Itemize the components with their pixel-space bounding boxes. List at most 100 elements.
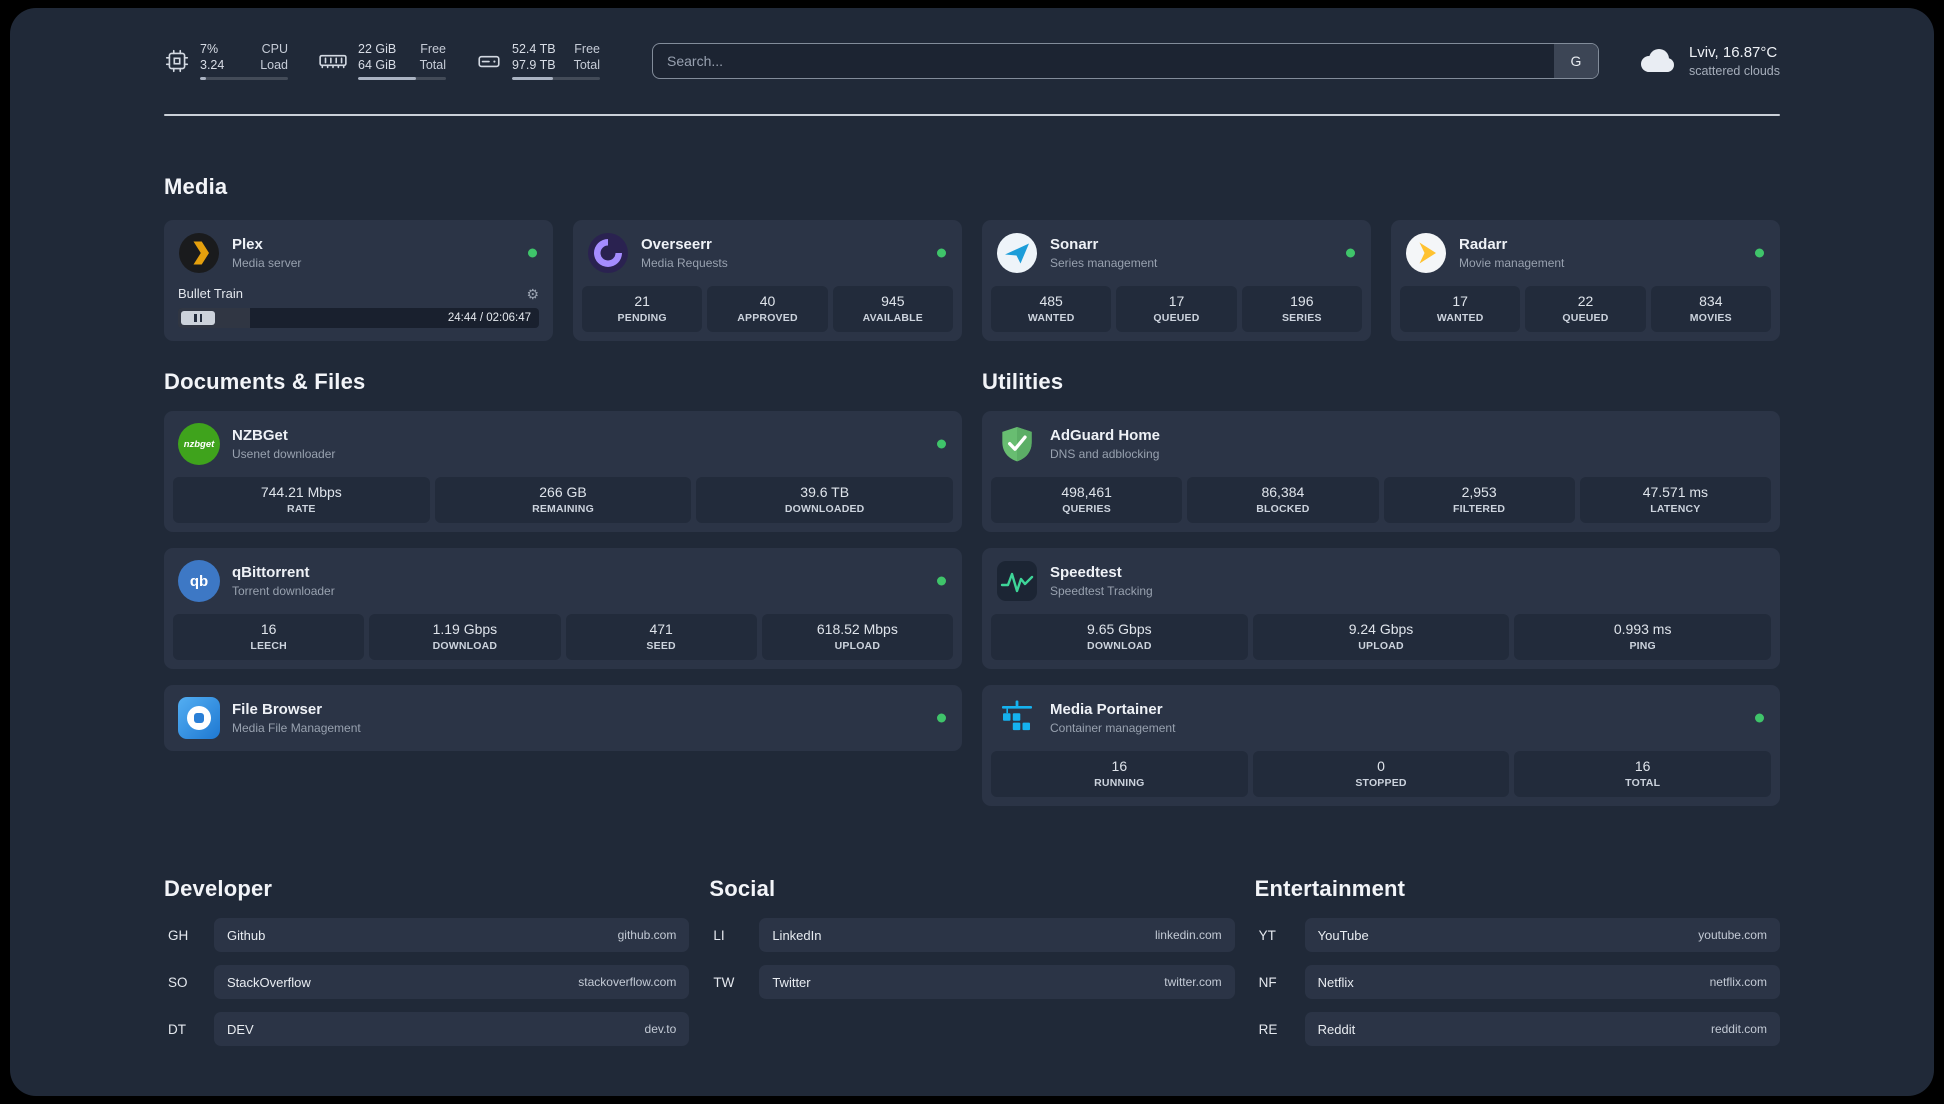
stat-wanted: 485 WANTED: [991, 286, 1112, 332]
disk-free-label: Free: [574, 41, 600, 56]
qbittorrent-icon: qb: [178, 560, 220, 602]
overseerr-card[interactable]: Overseerr Media Requests 21 PENDING 40 A…: [573, 220, 962, 341]
documents-section: Documents & Files nzbget NZBGet Usenet d…: [164, 369, 962, 822]
speedtest-icon: [996, 560, 1038, 602]
bookmark-row: RE Reddit reddit.com: [1255, 1012, 1780, 1046]
bookmark-github[interactable]: Github github.com: [214, 918, 690, 952]
search-input[interactable]: [653, 44, 1554, 78]
bookmark-netflix[interactable]: Netflix netflix.com: [1304, 965, 1780, 999]
top-bar: 7% CPU 3.24 Load 22 GiB Free 64 GiB Tota…: [164, 38, 1780, 84]
settings-gear-icon[interactable]: ⚙: [526, 287, 539, 301]
bookmark-abbr: GH: [168, 927, 189, 943]
utilities-section: Utilities AdGuard Home DNS and adblockin…: [982, 369, 1780, 822]
utilities-section-title: Utilities: [982, 369, 1064, 394]
bookmark-row: TW Twitter twitter.com: [709, 965, 1235, 999]
memory-free-label: Free: [420, 41, 446, 56]
qbittorrent-card[interactable]: qb qBittorrent Torrent downloader 16 LEE…: [164, 548, 962, 669]
disk-total-value: 97.9 TB: [512, 57, 556, 72]
bookmark-abbr: NF: [1258, 974, 1277, 990]
stat-blocked: 86,384 BLOCKED: [1187, 477, 1379, 523]
nzbget-icon: nzbget: [178, 423, 220, 465]
stat-total: 16 TOTAL: [1514, 751, 1772, 797]
service-name: Overseerr: [641, 236, 712, 253]
status-dot: [937, 713, 946, 723]
service-name: Radarr: [1459, 236, 1508, 253]
bookmark-twitter[interactable]: Twitter twitter.com: [759, 965, 1235, 999]
stat-stopped: 0 STOPPED: [1252, 751, 1510, 797]
status-dot: [937, 439, 946, 449]
dashboard: 7% CPU 3.24 Load 22 GiB Free 64 GiB Tota…: [10, 8, 1934, 1096]
adguard-icon: [996, 423, 1038, 465]
search-provider-button[interactable]: G: [1553, 44, 1598, 78]
stat-upload: 618.52 Mbps UPLOAD: [761, 614, 953, 660]
disk-total-label: Total: [573, 57, 600, 72]
weather-widget: Lviv, 16.87°C scattered clouds: [1635, 44, 1780, 78]
disk-widget: 52.4 TB Free 97.9 TB Total: [476, 41, 600, 81]
service-subtitle: DNS and adblocking: [1050, 447, 1160, 461]
search-bar: G: [652, 43, 1599, 79]
media-section: Media Plex Media server Bullet Train ⚙ 2…: [164, 174, 1780, 341]
cpu-load-value: 3.24: [200, 57, 225, 72]
stat-filtered: 2,953 FILTERED: [1383, 477, 1575, 523]
social-bookmarks: Social LI LinkedIn linkedin.com TW Twitt…: [709, 876, 1235, 1059]
stat-ping: 0.993 ms PING: [1514, 614, 1772, 660]
service-subtitle: Torrent downloader: [232, 584, 335, 598]
memory-free-value: 22 GiB: [358, 41, 397, 56]
memory-total-value: 64 GiB: [358, 57, 397, 72]
service-name: File Browser: [232, 701, 323, 718]
documents-section-title: Documents & Files: [164, 369, 366, 394]
stat-leech: 16 LEECH: [173, 614, 365, 660]
social-section-title: Social: [709, 876, 776, 901]
adguard-card[interactable]: AdGuard Home DNS and adblocking 498,461 …: [982, 411, 1780, 532]
cloud-icon: [1635, 46, 1677, 76]
playback-time: 24:44 / 02:06:47: [447, 312, 531, 324]
sonarr-card[interactable]: Sonarr Series management 485 WANTED 17 Q…: [982, 220, 1371, 341]
pause-button[interactable]: [181, 311, 215, 325]
portainer-card[interactable]: Media Portainer Container management 16 …: [982, 685, 1780, 806]
bookmark-youtube[interactable]: YouTube youtube.com: [1304, 918, 1780, 952]
playback-progress-bar[interactable]: 24:44 / 02:06:47: [178, 308, 539, 328]
stat-pending: 21 PENDING: [582, 286, 703, 332]
memory-icon: [318, 48, 348, 74]
stat-remaining: 266 GB REMAINING: [434, 477, 692, 523]
now-playing-title: Bullet Train: [178, 286, 244, 301]
stat-series: 196 SERIES: [1241, 286, 1362, 332]
bookmark-abbr: YT: [1258, 927, 1276, 943]
bookmark-linkedin[interactable]: LinkedIn linkedin.com: [759, 918, 1235, 952]
status-dot: [1755, 248, 1764, 258]
filebrowser-card[interactable]: File Browser Media File Management: [164, 685, 962, 751]
bookmark-stackoverflow[interactable]: StackOverflow stackoverflow.com: [214, 965, 690, 999]
stat-movies: 834 MOVIES: [1650, 286, 1771, 332]
memory-progress-fill: [358, 77, 417, 81]
sonarr-icon: [996, 232, 1038, 274]
bookmark-abbr: RE: [1258, 1021, 1278, 1037]
stat-running: 16 RUNNING: [991, 751, 1248, 797]
stat-download: 9.65 Gbps DOWNLOAD: [991, 614, 1248, 660]
memory-total-label: Total: [419, 57, 446, 72]
service-name: Speedtest: [1050, 564, 1122, 581]
stat-wanted: 17 WANTED: [1400, 286, 1521, 332]
bookmark-row: DT DEV dev.to: [164, 1012, 690, 1046]
stat-queued: 22 QUEUED: [1525, 286, 1646, 332]
disk-progress-fill: [512, 77, 554, 81]
cpu-progress-bar: [200, 77, 288, 81]
bookmark-dev[interactable]: DEV dev.to: [214, 1012, 690, 1046]
cpu-usage-value: 7%: [200, 41, 219, 56]
bookmark-row: NF Netflix netflix.com: [1255, 965, 1780, 999]
screen-frame: 7% CPU 3.24 Load 22 GiB Free 64 GiB Tota…: [0, 0, 1944, 1104]
radarr-card[interactable]: Radarr Movie management 17 WANTED 22 QUE…: [1391, 220, 1780, 341]
memory-progress-bar: [358, 77, 446, 81]
bookmark-abbr: SO: [168, 974, 188, 990]
service-name: qBittorrent: [232, 564, 310, 581]
cpu-usage-label: CPU: [261, 41, 288, 56]
stat-rate: 744.21 Mbps RATE: [173, 477, 430, 523]
dashboard-content: 7% CPU 3.24 Load 22 GiB Free 64 GiB Tota…: [10, 8, 1934, 1096]
service-subtitle: Speedtest Tracking: [1050, 584, 1153, 598]
stat-queued: 17 QUEUED: [1116, 286, 1237, 332]
speedtest-card[interactable]: Speedtest Speedtest Tracking 9.65 Gbps D…: [982, 548, 1780, 669]
nzbget-card[interactable]: nzbget NZBGet Usenet downloader 744.21 M…: [164, 411, 962, 532]
memory-widget: 22 GiB Free 64 GiB Total: [318, 41, 446, 81]
bookmark-reddit[interactable]: Reddit reddit.com: [1304, 1012, 1780, 1046]
bookmark-row: LI LinkedIn linkedin.com: [709, 918, 1235, 952]
plex-card[interactable]: Plex Media server Bullet Train ⚙ 24:44 /…: [164, 220, 553, 341]
